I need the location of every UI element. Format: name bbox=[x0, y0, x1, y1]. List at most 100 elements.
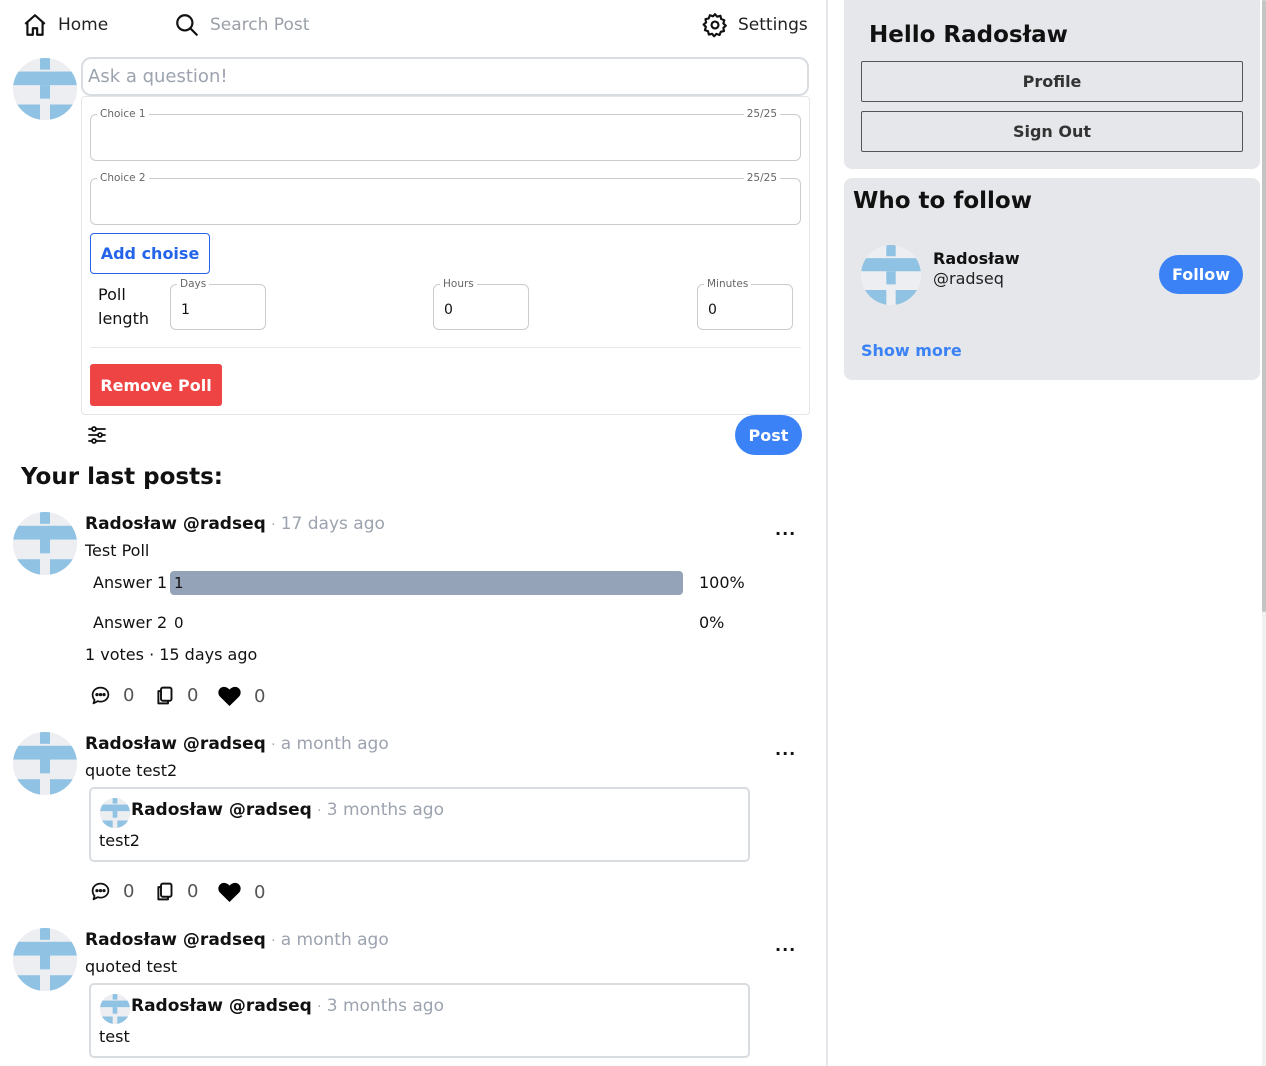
minutes-label: Minutes bbox=[704, 278, 752, 290]
who-to-follow-title: Who to follow bbox=[853, 188, 1032, 214]
nav-home[interactable]: Home bbox=[22, 12, 108, 38]
minutes-input[interactable] bbox=[698, 285, 792, 329]
post-2-comment-count: 0 bbox=[123, 881, 135, 902]
days-label: Days bbox=[177, 278, 210, 290]
heart-icon bbox=[218, 882, 241, 902]
sign-out-button[interactable]: Sign Out bbox=[861, 111, 1243, 152]
post-1-text: Test Poll bbox=[85, 541, 150, 560]
column-divider bbox=[826, 0, 828, 1066]
post-3-time: a month ago bbox=[280, 930, 389, 950]
post-3-quote-header: Radosław @radseq · 3 months ago bbox=[131, 996, 444, 1016]
hours-input[interactable] bbox=[434, 285, 528, 329]
sliders-icon[interactable] bbox=[87, 425, 107, 445]
post-1-comment-action[interactable]: 0 bbox=[90, 685, 134, 706]
choice-2-label: Choice 2 bbox=[97, 172, 149, 184]
days-field[interactable]: Days bbox=[170, 278, 266, 330]
post-2-like-count: 0 bbox=[254, 881, 266, 903]
feed-title: Your last posts: bbox=[21, 464, 224, 490]
greeting: Hello Radosław bbox=[869, 22, 1068, 48]
post-2-more-button[interactable]: ... bbox=[775, 740, 796, 759]
ask-question-input[interactable] bbox=[81, 57, 809, 96]
post-1-time: 17 days ago bbox=[280, 514, 385, 534]
post-3-avatar bbox=[13, 928, 77, 991]
add-choice-button[interactable]: Add choise bbox=[90, 233, 210, 274]
hours-field[interactable]: Hours bbox=[433, 278, 529, 330]
search-icon bbox=[176, 14, 198, 36]
poll-answer-1-bar bbox=[170, 571, 683, 595]
post-3-separator: · bbox=[271, 934, 276, 949]
scrollbar-track[interactable] bbox=[1262, 0, 1266, 1066]
post-2-header: Radosław @radseq · a month ago bbox=[85, 734, 389, 754]
copy-icon bbox=[157, 882, 173, 901]
suggestion-avatar[interactable] bbox=[861, 245, 921, 305]
choice-1-label: Choice 1 bbox=[97, 108, 149, 120]
post-2-separator: · bbox=[271, 738, 276, 753]
poll-answer-2-count: 0 bbox=[174, 614, 184, 632]
post-1-separator: · bbox=[271, 518, 276, 533]
post-2-quote-avatar bbox=[100, 798, 130, 828]
post-3-author[interactable]: Radosław @radseq bbox=[85, 930, 266, 950]
post-button[interactable]: Post bbox=[735, 415, 802, 455]
poll-divider bbox=[90, 347, 801, 348]
copy-icon bbox=[157, 686, 173, 705]
post-3-header: Radosław @radseq · a month ago bbox=[85, 930, 389, 950]
post-2-avatar bbox=[13, 732, 77, 795]
post-2-comment-action[interactable]: 0 bbox=[90, 881, 134, 902]
hours-label: Hours bbox=[440, 278, 477, 290]
post-2-quote-separator: · bbox=[317, 804, 322, 819]
post-3-quote-separator: · bbox=[317, 1000, 322, 1015]
post-3-quote-author: Radosław @radseq bbox=[131, 996, 312, 1016]
post-1-retweet-action[interactable]: 0 bbox=[154, 685, 198, 706]
post-3-quote[interactable] bbox=[89, 983, 750, 1058]
show-more-link[interactable]: Show more bbox=[861, 341, 962, 360]
profile-button[interactable]: Profile bbox=[861, 61, 1243, 102]
post-3-quote-avatar bbox=[100, 994, 130, 1024]
poll-answer-2-label: Answer 2 bbox=[93, 613, 168, 632]
choice-2-field[interactable]: Choice 2 25/25 bbox=[90, 172, 801, 225]
composer-avatar bbox=[13, 58, 77, 120]
post-2-quote-header: Radosław @radseq · 3 months ago bbox=[131, 800, 444, 820]
post-1-more-button[interactable]: ... bbox=[775, 520, 796, 539]
post-1-comment-count: 0 bbox=[123, 685, 135, 706]
post-3-text: quoted test bbox=[85, 957, 178, 976]
choice-2-input[interactable] bbox=[91, 179, 800, 224]
post-2-quote-author: Radosław @radseq bbox=[131, 800, 312, 820]
scrollbar-thumb[interactable] bbox=[1262, 0, 1266, 612]
post-3-more-button[interactable]: ... bbox=[775, 936, 796, 955]
post-2-author[interactable]: Radosław @radseq bbox=[85, 734, 266, 754]
nav-settings-label: Settings bbox=[738, 15, 808, 35]
post-3-quote-time: 3 months ago bbox=[326, 996, 444, 1016]
post-2-quote-time: 3 months ago bbox=[326, 800, 444, 820]
suggestion-handle: @radseq bbox=[933, 269, 1004, 288]
post-1-like-action[interactable]: 0 bbox=[217, 685, 265, 707]
post-3-quote-text: test bbox=[99, 1027, 130, 1046]
choice-1-input[interactable] bbox=[91, 115, 800, 160]
search-placeholder: Search Post bbox=[210, 15, 310, 35]
nav-search[interactable]: Search Post bbox=[174, 12, 309, 38]
remove-poll-button[interactable]: Remove Poll bbox=[90, 364, 222, 406]
follow-button[interactable]: Follow bbox=[1159, 255, 1243, 294]
poll-length-label: Poll length bbox=[98, 285, 149, 328]
days-input[interactable] bbox=[171, 285, 265, 329]
post-1-author[interactable]: Radosław @radseq bbox=[85, 514, 266, 534]
post-1-retweet-count: 0 bbox=[187, 685, 199, 706]
post-1-header: Radosław @radseq · 17 days ago bbox=[85, 514, 385, 534]
post-2-time: a month ago bbox=[280, 734, 389, 754]
post-2-retweet-action[interactable]: 0 bbox=[154, 881, 198, 902]
post-1-avatar bbox=[13, 512, 77, 575]
comment-icon bbox=[91, 882, 110, 901]
poll-answer-1-label: Answer 1 bbox=[93, 573, 168, 592]
suggestion-name[interactable]: Radosław bbox=[933, 249, 1020, 268]
choice-1-field[interactable]: Choice 1 25/25 bbox=[90, 108, 801, 161]
home-icon bbox=[24, 14, 46, 36]
post-2-quote[interactable] bbox=[89, 787, 750, 862]
gear-icon bbox=[702, 13, 727, 38]
poll-summary: 1 votes · 15 days ago bbox=[85, 645, 258, 664]
poll-answer-1-percent: 100% bbox=[699, 573, 745, 592]
minutes-field[interactable]: Minutes bbox=[697, 278, 793, 330]
heart-icon bbox=[218, 686, 241, 706]
nav-settings[interactable]: Settings bbox=[702, 12, 808, 38]
post-2-quote-text: test2 bbox=[99, 831, 140, 850]
post-2-like-action[interactable]: 0 bbox=[217, 881, 265, 903]
post-2-retweet-count: 0 bbox=[187, 881, 199, 902]
